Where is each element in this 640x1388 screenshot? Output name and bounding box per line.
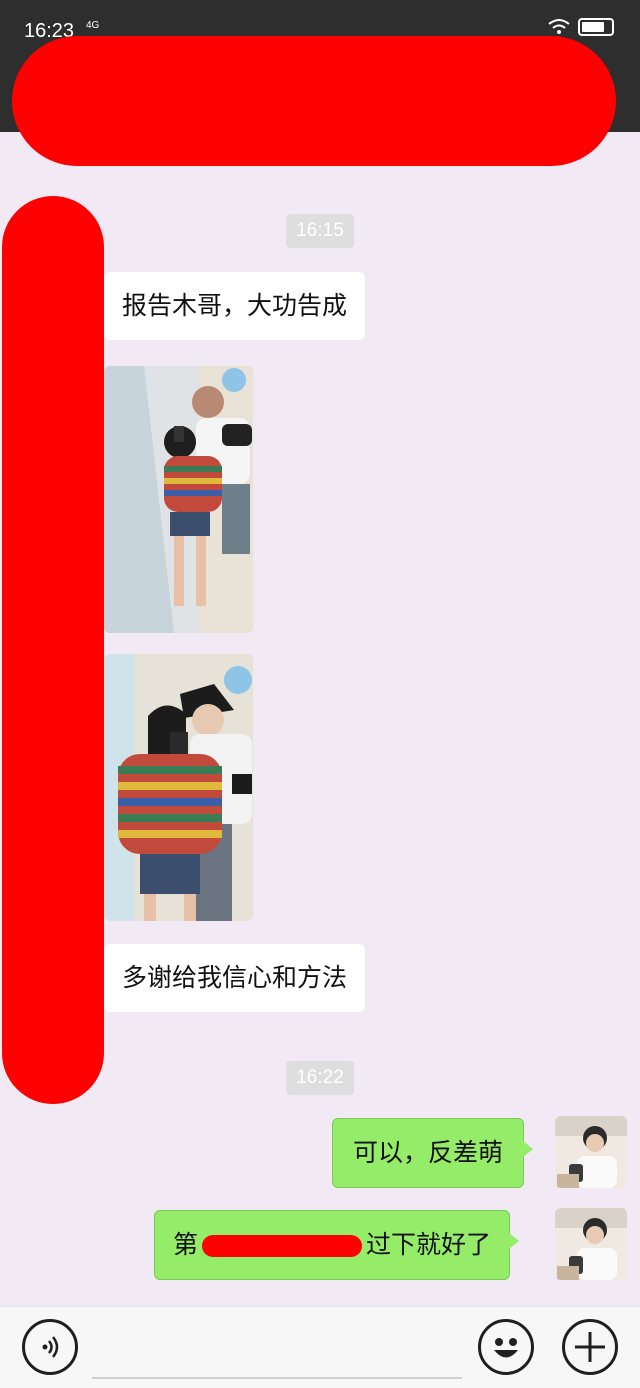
voice-button[interactable] — [22, 1319, 78, 1375]
status-icons — [548, 18, 614, 36]
message-text-prefix: 第 — [173, 1230, 199, 1259]
redaction-mark-header — [12, 36, 616, 166]
message-bubble-outgoing[interactable]: 可以，反差萌 — [332, 1118, 534, 1188]
plus-icon — [575, 1332, 605, 1362]
network-indicator: 4G — [86, 20, 100, 31]
photo-couple — [104, 654, 253, 921]
message-photo[interactable] — [104, 366, 253, 633]
wifi-icon — [548, 19, 570, 34]
timestamp: 16:22 — [286, 1061, 354, 1095]
message-bubble-incoming[interactable]: 多谢给我信心和方法 — [104, 944, 366, 1012]
message-bubble-outgoing[interactable]: 第 过下就好了 — [154, 1210, 520, 1280]
plus-button[interactable] — [562, 1319, 618, 1375]
battery-icon — [578, 18, 614, 36]
avatar-image — [555, 1116, 627, 1188]
timestamp: 16:15 — [286, 214, 354, 248]
message-bubble-incoming[interactable]: 报告木哥，大功告成 — [104, 272, 366, 340]
voice-icon — [42, 1336, 59, 1358]
emoji-button[interactable] — [478, 1319, 534, 1375]
photo-mirror-selfie — [104, 366, 253, 633]
message-photo[interactable] — [104, 654, 253, 921]
avatar[interactable] — [555, 1116, 627, 1188]
avatar-image — [555, 1208, 627, 1280]
redaction-mark-text — [202, 1235, 363, 1257]
redaction-mark-avatar — [2, 196, 104, 1104]
emoji-icon — [494, 1338, 518, 1358]
message-input[interactable] — [92, 1317, 462, 1379]
chat-input-bar — [0, 1306, 640, 1388]
message-text-suffix: 过下就好了 — [366, 1230, 492, 1259]
avatar[interactable] — [555, 1208, 627, 1280]
